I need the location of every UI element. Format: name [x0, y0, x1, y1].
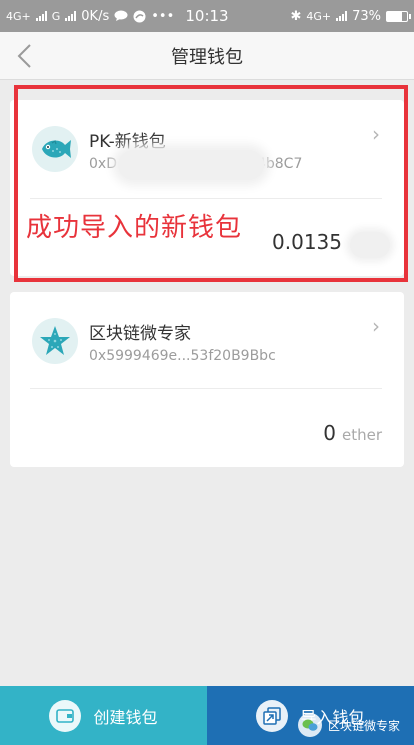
wallet-icon: [49, 699, 82, 732]
app-notification-icon: [133, 10, 146, 22]
wechat-logo-icon: [297, 713, 322, 737]
wallet-card-2[interactable]: 区块链微专家 0x5999469e...53f20B9Bbc › 0 ether: [10, 292, 404, 467]
network-type-3: 4G+: [306, 9, 332, 23]
chevron-right-icon: ›: [372, 122, 380, 146]
battery-icon: [386, 10, 411, 22]
wallet-name: 区块链微专家: [89, 324, 191, 344]
address-prefix: 0xD: [89, 156, 117, 172]
status-left: 4G+ G 0K/s •••: [6, 9, 174, 24]
network-type-1: 4G+: [6, 9, 31, 23]
divider: [30, 198, 382, 199]
chevron-left-icon: [17, 44, 31, 68]
network-type-2: G: [51, 9, 61, 23]
annotation-label: 成功导入的新钱包: [26, 213, 243, 243]
battery-percent: 73%: [352, 8, 381, 24]
watermark: 区块链微专家: [297, 713, 400, 737]
page-title: 管理钱包: [171, 46, 243, 68]
wallet-name: PK-新钱包: [89, 132, 166, 152]
page-header: 管理钱包: [0, 32, 414, 80]
more-notifications-icon: •••: [151, 8, 175, 24]
network-speed: 0K/s: [81, 8, 110, 24]
address-redaction: [118, 150, 264, 180]
balance-value: 0.0135: [272, 230, 342, 254]
signal-icon-2: [65, 11, 77, 21]
status-bar: 4G+ G 0K/s ••• 10:13 ✱ 4G+ 73%: [0, 0, 414, 32]
wallet-avatar: [32, 126, 78, 172]
fish-icon: [42, 140, 71, 158]
balance-value: 0: [323, 421, 336, 445]
wallet-avatar: [32, 318, 78, 364]
watermark-text: 区块链微专家: [327, 718, 400, 733]
balance-unit: ether: [341, 426, 382, 444]
signal-icon: [35, 11, 47, 21]
unit-redaction: [350, 232, 390, 258]
create-wallet-label: 创建钱包: [93, 707, 158, 727]
divider: [30, 388, 382, 389]
bluetooth-icon: ✱: [290, 8, 302, 24]
wallet-card-1[interactable]: PK-新钱包 0xD 4b8C7 › 0.0135: [10, 100, 404, 276]
battery-fill: [387, 11, 402, 21]
back-button[interactable]: [10, 40, 38, 72]
import-icon: [256, 699, 289, 732]
wallet-address: 0x5999469e...53f20B9Bbc: [89, 348, 276, 364]
create-wallet-button[interactable]: 创建钱包: [0, 686, 207, 745]
signal-icon-3: [336, 11, 348, 21]
chat-bubble-icon: [114, 10, 128, 21]
wallet-balance: 0 ether: [323, 421, 382, 445]
starfish-icon: [40, 326, 70, 355]
chevron-right-icon: ›: [372, 314, 380, 338]
status-right: ✱ 4G+ 73%: [290, 8, 411, 24]
